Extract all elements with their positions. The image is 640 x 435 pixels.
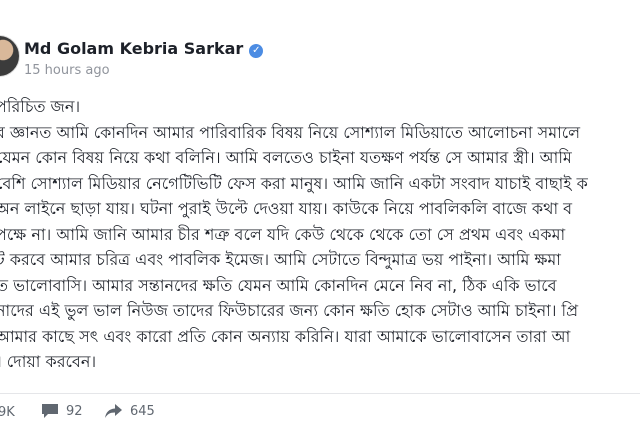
post-stats: 9K 92 645 (0, 399, 640, 429)
post-line: আমার কাছে সৎ এবং কারো প্রতি কোন অন্যায় … (0, 326, 571, 346)
post-line: নাদের এই ভুল ভাল নিউজ তাদের ফিউচারের জন্… (0, 301, 579, 320)
share-button[interactable]: 645 (104, 402, 155, 420)
divider (0, 393, 640, 394)
post-line: পরিচিত জন। (0, 97, 81, 116)
post-header: Md Golam Kebria Sarkar ✓ 15 hours ago (0, 30, 640, 80)
post-line: যেমন কোন বিষয় নিয়ে কথা বলিনি। আমি বলতে… (0, 148, 572, 167)
verified-badge-icon: ✓ (249, 44, 264, 58)
author-name-row: Md Golam Kebria Sarkar ✓ (24, 39, 264, 58)
author-name[interactable]: Md Golam Kebria Sarkar (24, 39, 243, 58)
post-line: ত ভালোবাসি। আমার সন্তানদের ক্ষতি যেমন আম… (0, 275, 557, 295)
post-line: পক্ষে না। আমি জানি আমার চীর শত্রু বলে যদ… (0, 224, 566, 244)
post-line: অন লাইনে ছাড়া যায়। ঘটনা পুরাই উল্টে দে… (0, 199, 573, 218)
post-line: ট করবে আমার চরিত্র এবং পাবলিক ইমেজ। আমি … (0, 250, 561, 269)
avatar[interactable] (0, 35, 20, 77)
post-line: র জ্ঞানত আমি কোনদিন আমার পারিবারিক বিষয়… (0, 122, 581, 142)
comments-button[interactable]: 92 (40, 402, 83, 420)
comment-count: 92 (66, 403, 83, 419)
post-line: । দোয়া করবেন। (0, 352, 97, 371)
post-timestamp[interactable]: 15 hours ago (24, 63, 110, 78)
share-icon (105, 404, 122, 418)
post-body: পরিচিত জন। র জ্ঞানত আমি কোনদিন আমার পারি… (0, 94, 640, 375)
post-line: বেশি সোশ্যাল মিডিয়ার নেগেটিভিটি ফেস করা… (0, 173, 588, 193)
share-count: 645 (130, 403, 155, 419)
reaction-count[interactable]: 9K (0, 405, 15, 420)
comment-icon (42, 404, 58, 418)
